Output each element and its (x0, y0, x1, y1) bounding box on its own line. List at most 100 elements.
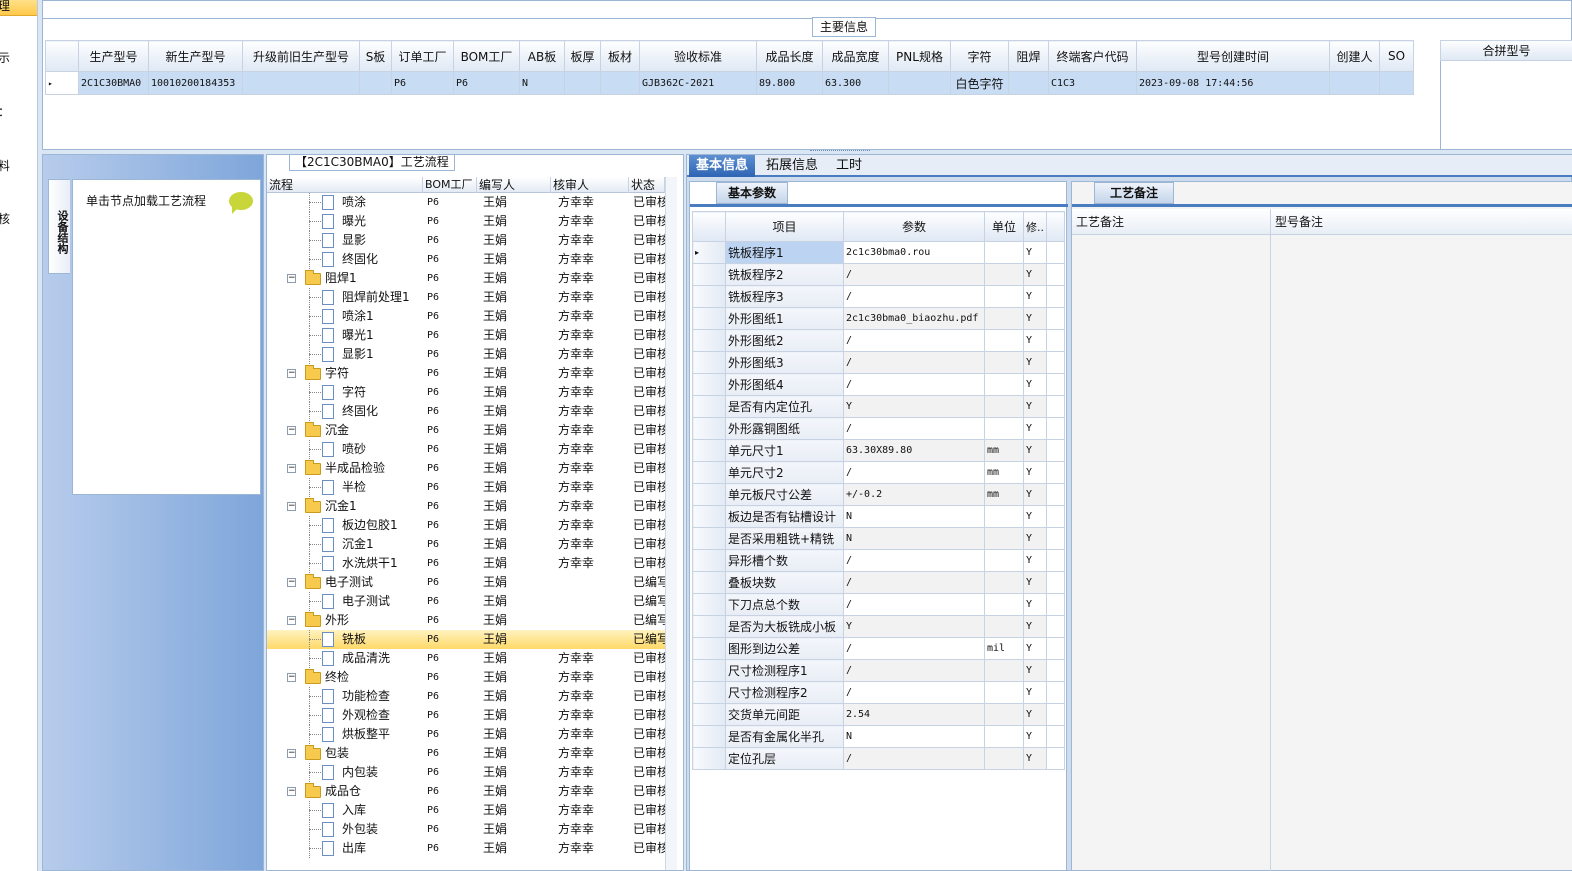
tree-col-flow[interactable]: 流程 (267, 177, 423, 193)
main-cell[interactable] (888, 71, 951, 95)
params-cell-value[interactable]: / (843, 549, 985, 572)
params-cell-value[interactable]: / (843, 571, 985, 594)
main-cell[interactable]: P6 (453, 71, 520, 95)
main-col-header[interactable]: 验收标准 (639, 40, 757, 72)
main-col-header[interactable]: 板厚 (564, 40, 601, 72)
main-cell[interactable] (242, 71, 360, 95)
main-data-row[interactable]: ▸ 2C1C30BMA0 10010200184353 P6 P6 N GJB362C-2… (45, 71, 1414, 95)
tree-row[interactable]: 终固化 P6 王娟 方幸幸 已审核 (267, 250, 665, 269)
params-cell-value[interactable]: 63.30X89.80 (843, 439, 985, 462)
tree-row[interactable]: 喷涂1 P6 王娟 方幸幸 已审核 (267, 307, 665, 326)
tree-row[interactable]: 铣板 P6 王娟 已编写 (267, 630, 665, 649)
main-col-header[interactable]: 订单工厂 (391, 40, 454, 72)
tree-collapse-toggle[interactable]: − (287, 616, 296, 625)
params-cell-value[interactable]: N (843, 505, 985, 528)
params-row[interactable]: 交货单元间距 2.54 Y (692, 703, 1065, 726)
tab-basic-info[interactable]: 基本信息 (689, 155, 756, 177)
params-row[interactable]: 异形槽个数 / Y (692, 549, 1065, 572)
main-cell[interactable]: 89.800 (756, 71, 823, 95)
tree-collapse-toggle[interactable]: − (287, 426, 296, 435)
params-cell-value[interactable]: 2.54 (843, 703, 985, 726)
params-cell-value[interactable]: / (843, 637, 985, 660)
main-cell[interactable] (564, 71, 601, 95)
tree-row[interactable]: 外包装 P6 王娟 方幸幸 已审核 (267, 820, 665, 839)
params-cell-value[interactable]: / (843, 593, 985, 616)
tree-row[interactable]: − 成品仓 P6 王娟 方幸幸 已审核 (267, 782, 665, 801)
main-col-header[interactable]: SO (1379, 40, 1414, 72)
main-col-header[interactable]: 升级前旧生产型号 (242, 40, 360, 72)
main-cell[interactable]: 10010200184353 (148, 71, 243, 95)
tree-col-status[interactable]: 状态 (629, 177, 665, 193)
params-cell-value[interactable]: Y (843, 395, 985, 418)
main-col-header[interactable]: 型号创建时间 (1136, 40, 1330, 72)
main-col-header[interactable]: 新生产型号 (148, 40, 243, 72)
tree-col-bom[interactable]: BOM工厂 (423, 177, 477, 193)
main-col-header[interactable]: 成品长度 (756, 40, 823, 72)
tree-collapse-toggle[interactable]: − (287, 464, 296, 473)
main-col-header[interactable]: AB板 (519, 40, 565, 72)
params-row-header[interactable] (692, 593, 726, 616)
params-cell-value[interactable]: / (843, 373, 985, 396)
main-cell[interactable] (600, 71, 640, 95)
row-indicator[interactable]: ▸ (45, 71, 79, 95)
main-col-header[interactable]: 终端客户代码 (1048, 40, 1137, 72)
tree-row[interactable]: 显影1 P6 王娟 方幸幸 已审核 (267, 345, 665, 364)
tree-row[interactable]: 显影 P6 王娟 方幸幸 已审核 (267, 231, 665, 250)
params-row-header[interactable] (692, 373, 726, 396)
params-row-header[interactable] (692, 637, 726, 660)
params-col-unit[interactable]: 单位 (984, 211, 1024, 242)
tree-collapse-toggle[interactable]: − (287, 274, 296, 283)
notes-col-process[interactable]: 工艺备注 (1072, 209, 1270, 235)
params-cell-value[interactable]: Y (843, 615, 985, 638)
params-corner[interactable] (692, 211, 726, 242)
params-cell-value[interactable]: / (843, 461, 985, 484)
main-cell[interactable]: 63.300 (822, 71, 889, 95)
tree-row[interactable]: − 电子测试 P6 王娟 已编写 (267, 573, 665, 592)
params-row-header[interactable] (692, 417, 726, 440)
params-row-header[interactable] (692, 725, 726, 748)
params-row[interactable]: 板边是否有钻槽设计 N Y (692, 505, 1065, 528)
tree-row[interactable]: 内包装 P6 王娟 方幸幸 已审核 (267, 763, 665, 782)
main-cell[interactable]: 2C1C30BMA0 (78, 71, 149, 95)
params-row[interactable]: 外形图纸3/ Y (692, 351, 1065, 374)
params-row-header[interactable] (692, 747, 726, 770)
row-header-corner[interactable] (45, 40, 79, 72)
tree-row[interactable]: 曝光 P6 王娟 方幸幸 已审核 (267, 212, 665, 231)
params-cell-value[interactable]: / (843, 351, 985, 374)
nav-item-4[interactable]: 核 (0, 209, 37, 229)
tree-row[interactable]: 半检 P6 王娟 方幸幸 已审核 (267, 478, 665, 497)
tree-collapse-toggle[interactable]: − (287, 749, 296, 758)
params-cell-value[interactable]: / (843, 285, 985, 308)
main-col-header[interactable]: 生产型号 (78, 40, 149, 72)
tree-row[interactable]: − 包装 P6 王娟 方幸幸 已审核 (267, 744, 665, 763)
params-cell-value[interactable]: 2c1c30bma0.rou (843, 241, 985, 264)
main-cell[interactable]: 白色字符 (950, 71, 1009, 95)
params-cell-value[interactable]: / (843, 263, 985, 286)
params-row[interactable]: 尺寸检测程序2/ Y (692, 681, 1065, 704)
tree-row[interactable]: 成品清洗 P6 王娟 方幸幸 已审核 (267, 649, 665, 668)
params-row-header[interactable] (692, 615, 726, 638)
tree-collapse-toggle[interactable]: − (287, 502, 296, 511)
params-row-header[interactable] (692, 659, 726, 682)
params-row-header[interactable] (692, 307, 726, 330)
params-col-value[interactable]: 参数 (843, 211, 985, 242)
main-col-header[interactable]: BOM工厂 (453, 40, 520, 72)
tree-row[interactable]: − 沉金1 P6 王娟 方幸幸 已审核 (267, 497, 665, 516)
nav-item-1[interactable]: 示 (0, 48, 37, 68)
tree-collapse-toggle[interactable]: − (287, 787, 296, 796)
params-cell-value[interactable]: / (843, 681, 985, 704)
tree-row[interactable]: 阻焊前处理1 P6 王娟 方幸幸 已审核 (267, 288, 665, 307)
params-col-mod[interactable]: 修.. (1023, 211, 1047, 242)
params-row-header[interactable] (692, 285, 726, 308)
tree-row[interactable]: 烘板整平 P6 王娟 方幸幸 已审核 (267, 725, 665, 744)
tree-row[interactable]: − 半成品检验 P6 王娟 方幸幸 已审核 (267, 459, 665, 478)
main-cell[interactable]: N (519, 71, 565, 95)
params-row-header[interactable] (692, 483, 726, 506)
main-cell[interactable] (1008, 71, 1049, 95)
params-row-header[interactable] (692, 461, 726, 484)
tree-row[interactable]: 板边包胶1 P6 王娟 方幸幸 已审核 (267, 516, 665, 535)
params-row-header[interactable] (692, 549, 726, 572)
params-cell-value[interactable]: +/-0.2 (843, 483, 985, 506)
tree-row[interactable]: 终固化 P6 王娟 方幸幸 已审核 (267, 402, 665, 421)
params-row-header[interactable] (692, 439, 726, 462)
